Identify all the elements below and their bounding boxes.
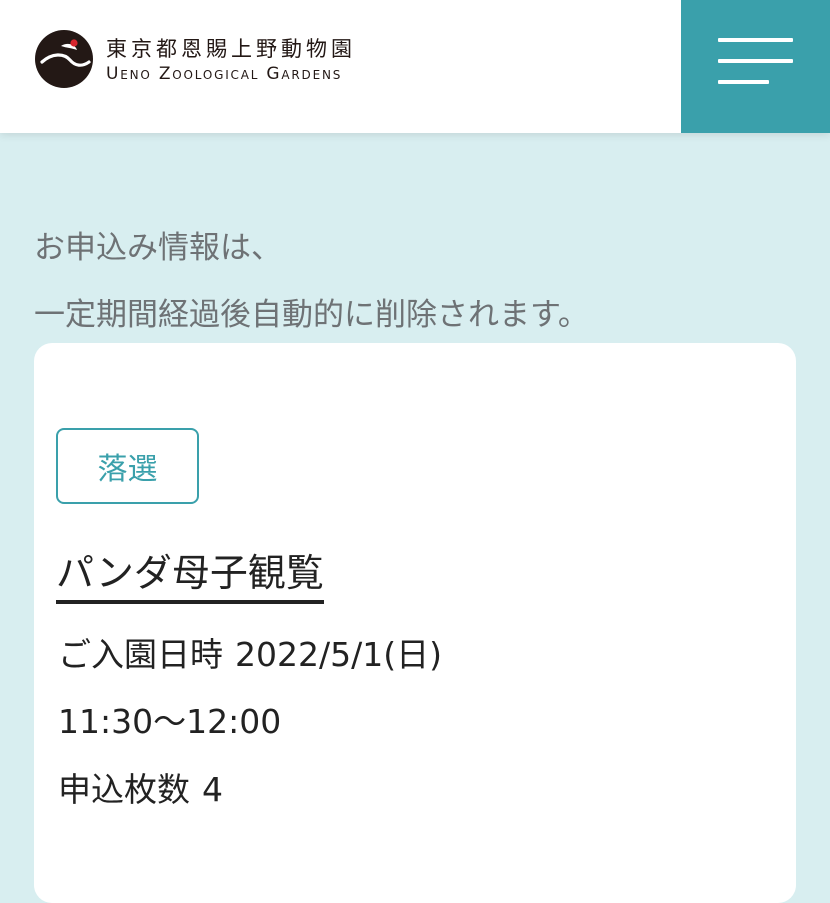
status-badge: 落選: [56, 428, 199, 504]
logo-english-text: Ueno Zoological Gardens: [106, 64, 343, 84]
event-title-link[interactable]: パンダ母子観覧: [56, 548, 324, 604]
notice-line-1: お申込み情報は、: [34, 230, 282, 266]
notice-line-2: 一定期間経過後自動的に削除されます。: [34, 297, 589, 333]
logo-japanese-text: 東京都恩賜上野動物園: [106, 37, 356, 61]
site-header: 東京都恩賜上野動物園 Ueno Zoological Gardens: [0, 0, 830, 133]
tickets-row: 申込枚数 4: [58, 763, 223, 811]
visit-date-value: 2022/5/1(日): [235, 635, 442, 674]
deletion-notice: お申込み情報は、 一定期間経過後自動的に削除されます。: [34, 215, 589, 349]
visit-date-label: ご入園日時: [58, 635, 223, 674]
visit-time-row: 11:30〜12:00: [58, 695, 281, 743]
menu-button[interactable]: [681, 0, 830, 133]
application-card: 落選 パンダ母子観覧 ご入園日時 2022/5/1(日) 11:30〜12:00 …: [34, 343, 796, 903]
visit-time-value: 11:30〜12:00: [58, 702, 282, 741]
tickets-value: 4: [202, 770, 223, 809]
visit-date-row: ご入園日時 2022/5/1(日): [58, 628, 442, 676]
tickets-label: 申込枚数: [58, 770, 190, 809]
crane-logo-icon[interactable]: [34, 29, 94, 89]
